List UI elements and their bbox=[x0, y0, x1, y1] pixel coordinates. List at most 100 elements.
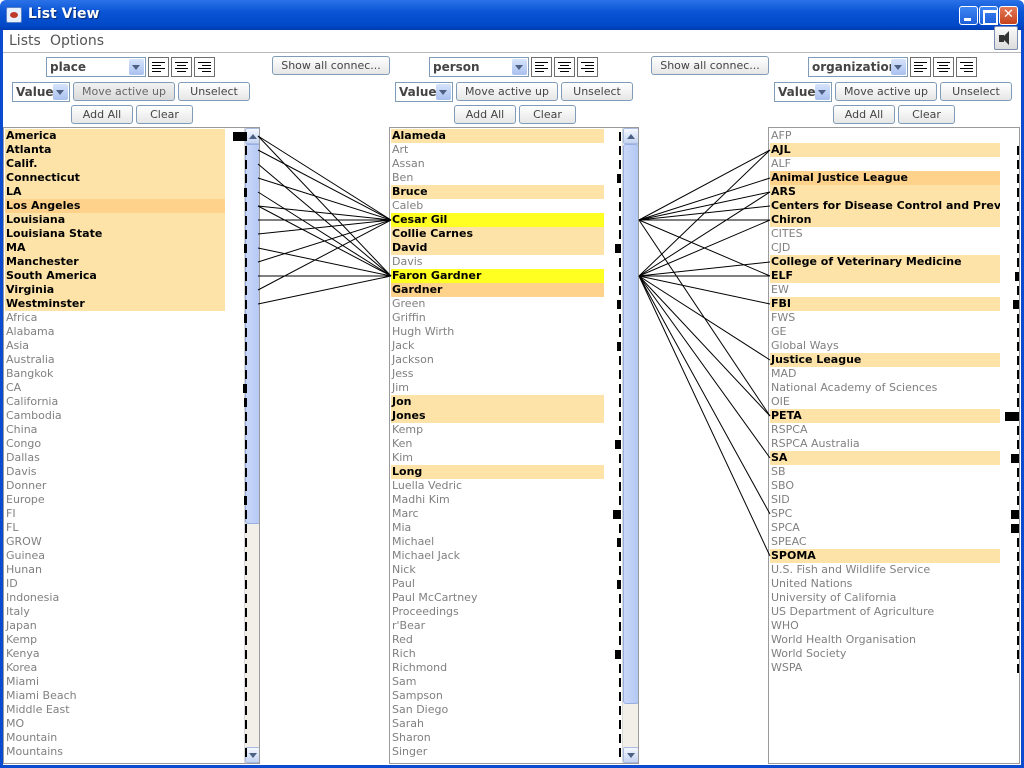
list-item[interactable]: Jones bbox=[391, 409, 604, 423]
list-item[interactable]: MO bbox=[5, 717, 225, 731]
place-add-all-button[interactable]: Add All bbox=[71, 105, 133, 124]
list-item[interactable]: SPCA bbox=[770, 521, 1000, 535]
organization-move-active-up-button[interactable]: Move active up bbox=[835, 82, 937, 101]
menu-options[interactable]: Options bbox=[50, 33, 104, 49]
align-right-button[interactable] bbox=[577, 57, 598, 77]
list-item[interactable]: California bbox=[5, 395, 225, 409]
list-item[interactable]: World Society bbox=[770, 647, 1000, 661]
list-item[interactable]: FI bbox=[5, 507, 225, 521]
list-item[interactable]: Dallas bbox=[5, 451, 225, 465]
list-item[interactable]: Gardner bbox=[391, 283, 604, 297]
place-unselect-button[interactable]: Unselect bbox=[178, 82, 250, 101]
person-scrollbar[interactable] bbox=[622, 128, 638, 763]
list-item[interactable]: WHO bbox=[770, 619, 1000, 633]
list-item[interactable]: SPC bbox=[770, 507, 1000, 521]
list-item[interactable]: Richmond bbox=[391, 661, 604, 675]
list-item[interactable]: South America bbox=[5, 269, 225, 283]
list-item[interactable]: Caleb bbox=[391, 199, 604, 213]
list-item[interactable]: Europe bbox=[5, 493, 225, 507]
maximize-button[interactable] bbox=[979, 6, 998, 25]
list-item[interactable]: Green bbox=[391, 297, 604, 311]
list-item[interactable]: Congo bbox=[5, 437, 225, 451]
list-item[interactable]: FWS bbox=[770, 311, 1000, 325]
list-item[interactable]: Australia bbox=[5, 353, 225, 367]
list-item[interactable]: Indonesia bbox=[5, 591, 225, 605]
list-item[interactable]: Jim bbox=[391, 381, 604, 395]
list-item[interactable]: Davis bbox=[5, 465, 225, 479]
list-item[interactable]: Donner bbox=[5, 479, 225, 493]
list-item[interactable]: Long bbox=[391, 465, 604, 479]
list-item[interactable]: Jon bbox=[391, 395, 604, 409]
list-item[interactable]: OIE bbox=[770, 395, 1000, 409]
organization-sort-combo[interactable]: Value bbox=[774, 82, 832, 102]
list-item[interactable]: ALF bbox=[770, 157, 1000, 171]
list-item[interactable]: Luella Vedric bbox=[391, 479, 604, 493]
organization-unselect-button[interactable]: Unselect bbox=[940, 82, 1012, 101]
list-item[interactable]: Louisiana State bbox=[5, 227, 225, 241]
list-item[interactable]: Westminster bbox=[5, 297, 225, 311]
person-scroll-thumb[interactable] bbox=[623, 144, 638, 704]
list-item[interactable]: Madhi Kim bbox=[391, 493, 604, 507]
list-item[interactable]: Ken bbox=[391, 437, 604, 451]
chevron-down-icon[interactable] bbox=[129, 59, 144, 75]
organization-clear-button[interactable]: Clear bbox=[898, 105, 955, 124]
list-item[interactable]: Jess bbox=[391, 367, 604, 381]
list-item[interactable]: Los Angeles bbox=[5, 199, 225, 213]
align-left-button[interactable] bbox=[148, 57, 169, 77]
list-item[interactable]: Justice League bbox=[770, 353, 1000, 367]
list-item[interactable]: University of California bbox=[770, 591, 1000, 605]
list-item[interactable]: Hunan bbox=[5, 563, 225, 577]
chevron-down-icon[interactable] bbox=[436, 84, 451, 100]
list-item[interactable]: SID bbox=[770, 493, 1000, 507]
organization-add-all-button[interactable]: Add All bbox=[833, 105, 895, 124]
list-item[interactable]: SBO bbox=[770, 479, 1000, 493]
list-item[interactable]: David bbox=[391, 241, 604, 255]
list-item[interactable]: GROW bbox=[5, 535, 225, 549]
list-item[interactable]: World Health Organisation bbox=[770, 633, 1000, 647]
place-move-active-up-button[interactable]: Move active up bbox=[73, 82, 175, 101]
list-item[interactable]: FBI bbox=[770, 297, 1000, 311]
speaker-icon[interactable] bbox=[994, 26, 1018, 50]
list-item[interactable]: Kemp bbox=[5, 633, 225, 647]
place-scroll-thumb[interactable] bbox=[245, 144, 259, 524]
list-item[interactable]: Griffin bbox=[391, 311, 604, 325]
align-center-button[interactable] bbox=[554, 57, 575, 77]
list-item[interactable]: SPEAC bbox=[770, 535, 1000, 549]
list-item[interactable]: Art bbox=[391, 143, 604, 157]
list-item[interactable]: Cambodia bbox=[5, 409, 225, 423]
list-item[interactable]: Ben bbox=[391, 171, 604, 185]
list-item[interactable]: FL bbox=[5, 521, 225, 535]
show-all-connections-button-left[interactable]: Show all connec... bbox=[272, 56, 390, 75]
list-item[interactable]: RSPCA Australia bbox=[770, 437, 1000, 451]
list-item[interactable]: Bruce bbox=[391, 185, 604, 199]
list-item[interactable]: SA bbox=[770, 451, 1000, 465]
list-item[interactable]: Sampson bbox=[391, 689, 604, 703]
list-item[interactable]: Sarah bbox=[391, 717, 604, 731]
list-item[interactable]: U.S. Fish and Wildlife Service bbox=[770, 563, 1000, 577]
list-item[interactable]: SB bbox=[770, 465, 1000, 479]
minimize-button[interactable] bbox=[959, 6, 978, 25]
list-item[interactable]: Jackson bbox=[391, 353, 604, 367]
person-clear-button[interactable]: Clear bbox=[519, 105, 576, 124]
list-item[interactable]: Miami Beach bbox=[5, 689, 225, 703]
list-item[interactable]: Japan bbox=[5, 619, 225, 633]
list-item[interactable]: r'Bear bbox=[391, 619, 604, 633]
list-item[interactable]: Collie Carnes bbox=[391, 227, 604, 241]
person-add-all-button[interactable]: Add All bbox=[454, 105, 516, 124]
place-clear-button[interactable]: Clear bbox=[136, 105, 193, 124]
list-item[interactable]: Italy bbox=[5, 605, 225, 619]
list-item[interactable]: WSPA bbox=[770, 661, 1000, 675]
list-item[interactable]: RSPCA bbox=[770, 423, 1000, 437]
list-item[interactable]: Middle East bbox=[5, 703, 225, 717]
list-item[interactable]: San Diego bbox=[391, 703, 604, 717]
list-item[interactable]: Bangkok bbox=[5, 367, 225, 381]
app-icon[interactable] bbox=[6, 7, 22, 23]
scroll-up-icon[interactable] bbox=[623, 128, 638, 144]
person-move-active-up-button[interactable]: Move active up bbox=[456, 82, 558, 101]
list-item[interactable]: ARS bbox=[770, 185, 1000, 199]
list-item[interactable]: Korea bbox=[5, 661, 225, 675]
list-item[interactable]: Red bbox=[391, 633, 604, 647]
list-item[interactable]: MA bbox=[5, 241, 225, 255]
list-item[interactable]: Virginia bbox=[5, 283, 225, 297]
list-item[interactable]: Manchester bbox=[5, 255, 225, 269]
